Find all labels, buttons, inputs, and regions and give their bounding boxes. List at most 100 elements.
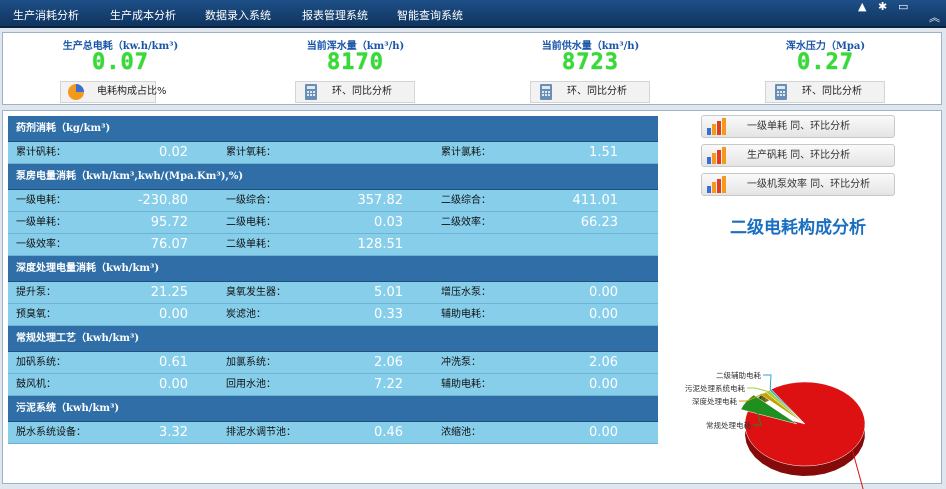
- pie-label: 深度处理电耗: [692, 396, 737, 406]
- pie-label: 二级辅助电耗: [716, 370, 761, 380]
- field-value: 0.02: [159, 145, 188, 160]
- analysis-button[interactable]: 一级机泵效率 同、环比分析: [701, 173, 895, 196]
- field-value: 411.01: [572, 193, 619, 208]
- pie-label: 常规处理电耗: [706, 420, 751, 430]
- kpi-card: 当前浑水量（km³/h) 8170 环、同比分析: [238, 33, 473, 106]
- field-value: 21.25: [150, 285, 188, 300]
- nav-item[interactable]: 生产消耗分析: [13, 7, 79, 23]
- field-value: -230.80: [137, 193, 188, 208]
- section-header: 泵房电量消耗（kwh/km³,kwh/(Mpa.Km³),%): [8, 164, 658, 190]
- field-label: 二级综合：: [441, 195, 491, 206]
- field-label: 累计矾耗：: [16, 147, 66, 158]
- analysis-button-label: 一级单耗 同、环比分析: [747, 121, 851, 132]
- electricity-composition-pie-chart: 二级单机电耗常规处理电耗深度处理电耗污泥处理系统电耗二级辅助电耗: [685, 370, 866, 489]
- kpi-action-label: 电耗构成占比%: [97, 86, 167, 97]
- field-value: 128.51: [357, 237, 404, 252]
- field-label: 辅助电耗：: [441, 309, 491, 320]
- calculator-icon: [772, 83, 790, 101]
- field-label: 一级单耗：: [16, 217, 66, 228]
- nav-item[interactable]: 报表管理系统: [302, 7, 368, 23]
- field-value: 0.00: [159, 377, 188, 392]
- field-value: 2.06: [589, 355, 618, 370]
- kpi-panel: 生产总电耗（kw.h/km³) 0.07 电耗构成占比% 当前浑水量（km³/h) 81…: [2, 32, 942, 105]
- kpi-card: 当前供水量（km³/h) 8723 环、同比分析: [473, 33, 708, 106]
- field-value: 357.82: [357, 193, 404, 208]
- field-value: 0.33: [374, 307, 403, 322]
- field-value: 0.00: [589, 307, 618, 322]
- field-value: 0.61: [159, 355, 188, 370]
- nav-item[interactable]: 生产成本分析: [110, 7, 176, 23]
- field-label: 一级电耗：: [16, 195, 66, 206]
- kpi-action-button[interactable]: 电耗构成占比%: [60, 81, 167, 103]
- bar-chart-icon: [706, 147, 728, 164]
- table-row: 一级单耗： 95.72 二级电耗： 0.03 二级效率： 66.23: [8, 212, 658, 234]
- double-chevron-up-icon[interactable]: ︽: [929, 9, 940, 25]
- settings-icon[interactable]: ✱: [878, 0, 887, 13]
- nav-item[interactable]: 智能查询系统: [397, 7, 463, 23]
- field-value: 0.00: [589, 285, 618, 300]
- analysis-button-label: 生产矾耗 同、环比分析: [747, 150, 851, 161]
- field-value: 95.72: [150, 215, 188, 230]
- kpi-card: 浑水压力（Mpa) 0.27 环、同比分析: [708, 33, 943, 106]
- field-label: 预臭氧：: [16, 309, 56, 320]
- kpi-action-button[interactable]: 环、同比分析: [530, 81, 650, 103]
- field-value: 7.22: [374, 377, 403, 392]
- field-label: 辅助电耗：: [441, 379, 491, 390]
- field-value: 3.32: [159, 425, 188, 440]
- main-panel: 药剂消耗（kg/km³) 累计矾耗： 0.02 累计氧耗： 累计氯耗： 1.51 泵房电量消…: [2, 110, 942, 489]
- kpi-value: 0.27: [797, 50, 854, 75]
- field-label: 臭氧发生器：: [226, 287, 286, 298]
- pie-leader-line: [763, 374, 772, 390]
- kpi-value: 8723: [562, 50, 619, 75]
- analysis-button[interactable]: 生产矾耗 同、环比分析: [701, 144, 895, 167]
- consumption-table: 药剂消耗（kg/km³) 累计矾耗： 0.02 累计氧耗： 累计氯耗： 1.51 泵房电量消…: [8, 116, 658, 444]
- kpi-value: 8170: [327, 50, 384, 75]
- field-label: 二级电耗：: [226, 217, 276, 228]
- field-label: 鼓风机：: [16, 379, 56, 390]
- table-row: 预臭氧： 0.00 炭滤池： 0.33 辅助电耗： 0.00: [8, 304, 658, 326]
- field-label: 累计氧耗：: [226, 147, 276, 158]
- table-row: 一级电耗： -230.80 一级综合： 357.82 二级综合： 411.01: [8, 190, 658, 212]
- kpi-action-button[interactable]: 环、同比分析: [295, 81, 415, 103]
- section-header: 深度处理电量消耗（kwh/km³): [8, 256, 658, 282]
- field-value: 0.00: [589, 377, 618, 392]
- kpi-value: 0.07: [92, 50, 149, 75]
- analysis-button[interactable]: 一级单耗 同、环比分析: [701, 115, 895, 138]
- field-label: 加矾系统：: [16, 357, 66, 368]
- section-header: 常规处理工艺（kwh/km³): [8, 326, 658, 352]
- section-header: 药剂消耗（kg/km³): [8, 116, 658, 142]
- pie-label: 污泥处理系统电耗: [685, 383, 745, 393]
- field-value: 1.51: [589, 145, 618, 160]
- analysis-button-label: 一级机泵效率 同、环比分析: [747, 179, 871, 190]
- field-label: 增压水泵：: [441, 287, 491, 298]
- field-label: 排泥水调节池：: [226, 427, 296, 438]
- pie-leader-line: [747, 387, 768, 392]
- field-value: 0.00: [589, 425, 618, 440]
- section-header: 污泥系统（kwh/km³): [8, 396, 658, 422]
- field-label: 累计氯耗：: [441, 147, 491, 158]
- top-navigation-bar: 生产消耗分析 生产成本分析 数据录入系统 报表管理系统 智能查询系统 ▲ ✱ ▭ ︽: [0, 0, 946, 28]
- table-row: 累计矾耗： 0.02 累计氧耗： 累计氯耗： 1.51: [8, 142, 658, 164]
- field-label: 冲洗泵：: [441, 357, 481, 368]
- field-value: 76.07: [150, 237, 188, 252]
- calculator-icon: [302, 83, 320, 101]
- table-row: 一级效率： 76.07 二级单耗： 128.51: [8, 234, 658, 256]
- table-row: 加矾系统： 0.61 加氯系统： 2.06 冲洗泵： 2.06: [8, 352, 658, 374]
- kpi-action-button[interactable]: 环、同比分析: [765, 81, 885, 103]
- table-row: 脱水系统设备： 3.32 排泥水调节池： 0.46 浓缩池： 0.00: [8, 422, 658, 444]
- field-value: 0.03: [374, 215, 403, 230]
- nav-item[interactable]: 数据录入系统: [205, 7, 271, 23]
- field-label: 二级效率：: [441, 217, 491, 228]
- kpi-action-label: 环、同比分析: [802, 86, 862, 97]
- field-value: 66.23: [580, 215, 618, 230]
- field-label: 脱水系统设备：: [16, 427, 86, 438]
- field-label: 浓缩池：: [441, 427, 481, 438]
- field-label: 一级效率：: [16, 239, 66, 250]
- field-label: 回用水池：: [226, 379, 276, 390]
- table-row: 提升泵： 21.25 臭氧发生器： 5.01 增压水泵： 0.00: [8, 282, 658, 304]
- field-value: 0.46: [374, 425, 403, 440]
- kpi-action-label: 环、同比分析: [332, 86, 392, 97]
- help-icon[interactable]: ▭: [898, 0, 908, 13]
- table-row: 鼓风机： 0.00 回用水池： 7.22 辅助电耗： 0.00: [8, 374, 658, 396]
- home-icon[interactable]: ▲: [858, 0, 866, 13]
